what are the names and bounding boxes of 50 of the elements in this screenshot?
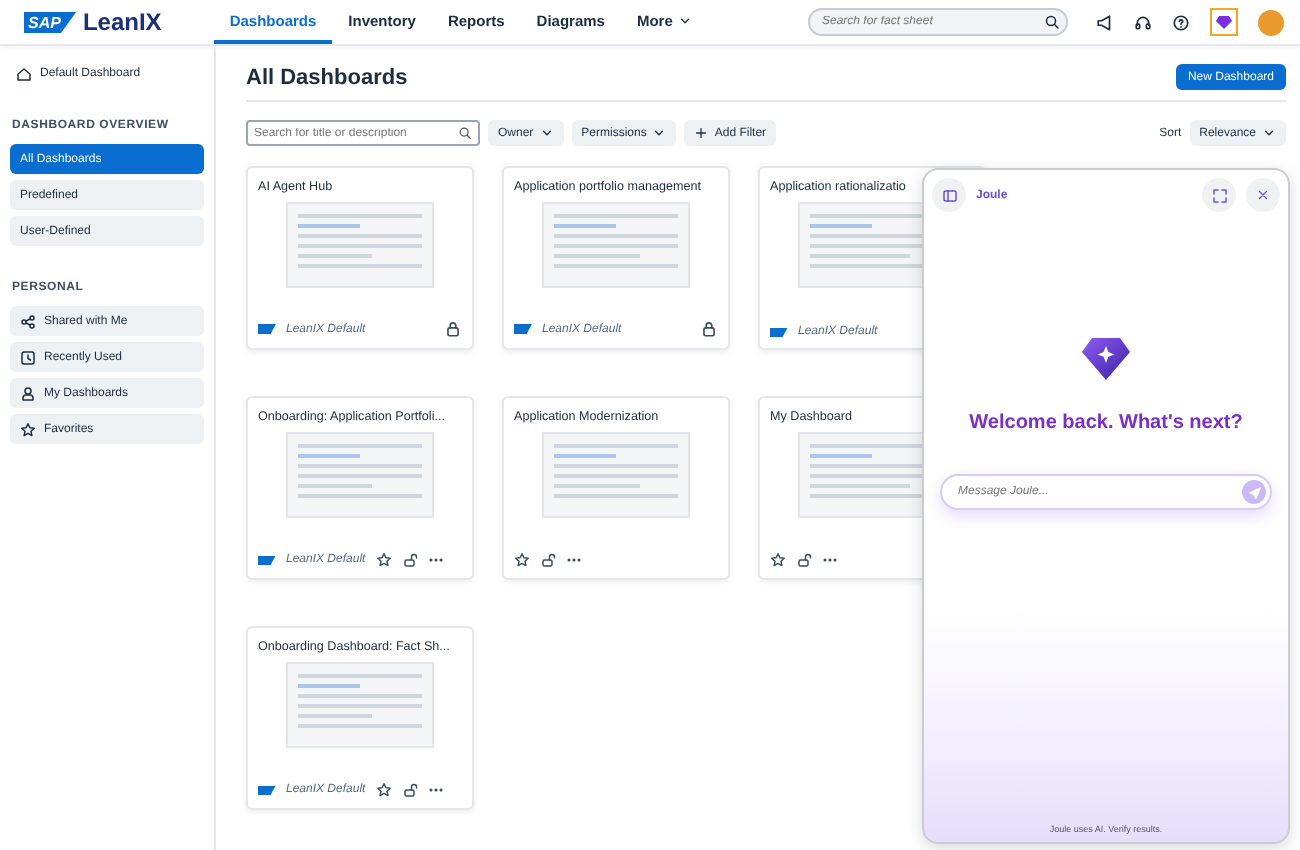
- logo-icon: [770, 327, 788, 337]
- page-title: All Dashboards: [246, 65, 408, 89]
- caret-icon: [652, 126, 667, 140]
- favorite-button[interactable]: [770, 552, 786, 568]
- help-icon: [1172, 13, 1190, 31]
- headset-icon: [1134, 13, 1152, 31]
- diamond-icon: [1082, 336, 1130, 380]
- send-icon: [1247, 485, 1261, 499]
- logo-icon: [258, 555, 276, 565]
- unlocked-lock-icon: [401, 782, 418, 798]
- logo-mark: SAP: [24, 11, 77, 33]
- sidebar-toggle-button[interactable]: [932, 178, 966, 212]
- star-icon: [375, 782, 392, 798]
- unlocked-lock-icon: [401, 552, 418, 568]
- lock-icon: [700, 320, 718, 338]
- permissions-button[interactable]: [540, 552, 556, 568]
- star-icon: [20, 421, 36, 437]
- caret-icon: [1262, 126, 1276, 140]
- home-icon: [16, 66, 32, 82]
- clock-icon: [20, 349, 36, 365]
- caret-icon: [539, 126, 554, 140]
- logo-icon: [258, 785, 276, 795]
- plus-icon: [694, 126, 709, 140]
- favorite-button[interactable]: [375, 552, 392, 568]
- search-icon: [458, 126, 472, 140]
- permissions-button[interactable]: [401, 782, 418, 798]
- caret-icon: [678, 13, 693, 27]
- expand-icon: [1211, 187, 1227, 203]
- permissions-button[interactable]: [401, 552, 418, 568]
- close-icon: [1256, 188, 1270, 202]
- star-icon: [514, 552, 530, 568]
- unlocked-lock-icon: [796, 552, 812, 568]
- panel-icon: [941, 187, 957, 203]
- person-icon: [20, 385, 36, 401]
- logo-icon: [258, 324, 276, 334]
- permissions-button[interactable]: [796, 552, 812, 568]
- product-name: LeanIX: [82, 8, 162, 36]
- lock-icon: [444, 320, 462, 338]
- search-icon: [1044, 14, 1060, 30]
- favorite-button[interactable]: [375, 782, 392, 798]
- star-icon: [770, 552, 786, 568]
- megaphone-icon: [1096, 13, 1114, 31]
- diamond-icon: [1216, 14, 1232, 30]
- expand-button[interactable]: [1202, 178, 1236, 212]
- favorite-button[interactable]: [514, 552, 530, 568]
- unlocked-lock-icon: [540, 552, 556, 568]
- logo-icon: [514, 324, 532, 334]
- star-icon: [375, 552, 392, 568]
- assistant-button[interactable]: [1210, 8, 1238, 36]
- share-icon: [20, 313, 36, 329]
